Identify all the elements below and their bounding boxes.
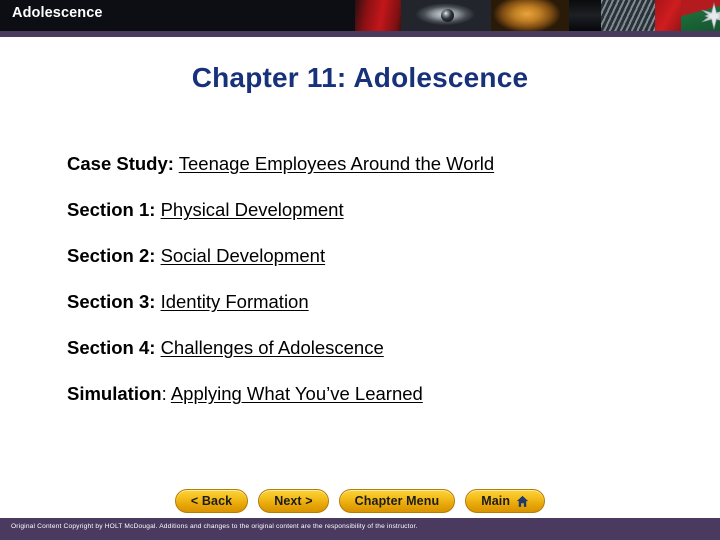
- header-title: Adolescence: [12, 5, 103, 21]
- row-label: Section 3: [67, 291, 150, 312]
- back-button[interactable]: < Back: [174, 489, 249, 513]
- header-purple-divider: [0, 31, 720, 37]
- chapter-menu-button-label: Chapter Menu: [354, 494, 440, 508]
- collage-red-panel-icon: [355, 0, 403, 31]
- section-4-link[interactable]: Challenges of Adolescence: [161, 337, 384, 358]
- list-item: Case Study: Teenage Employees Around the…: [67, 150, 677, 196]
- row-label: Simulation: [67, 383, 162, 404]
- copyright-text: Original Content Copyright by HOLT McDou…: [11, 523, 418, 530]
- row-label: Section 2: [67, 245, 150, 266]
- chapter-menu-button[interactable]: Chapter Menu: [338, 489, 456, 513]
- row-label: Section 4: [67, 337, 150, 358]
- row-label: Case Study: [67, 153, 168, 174]
- row-colon: :: [149, 291, 156, 312]
- row-colon: :: [167, 153, 174, 174]
- list-item: Section 4: Challenges of Adolescence: [67, 334, 677, 380]
- page-title: Chapter 11: Adolescence: [191, 62, 529, 93]
- header-collage-image: [355, 0, 720, 31]
- collage-chevron-pattern-icon: [601, 0, 657, 31]
- list-item: Section 1: Physical Development: [67, 196, 677, 242]
- next-button-label: Next >: [274, 494, 313, 508]
- list-item: Section 2: Social Development: [67, 242, 677, 288]
- page-header: Adolescence: [0, 0, 720, 31]
- chapter-contents-list: Case Study: Teenage Employees Around the…: [67, 150, 677, 426]
- main-button[interactable]: Main: [465, 489, 546, 513]
- collage-star-icon: [700, 2, 720, 30]
- row-colon: :: [149, 337, 156, 358]
- row-colon: :: [149, 245, 156, 266]
- navigation-bar: < Back Next > Chapter Menu Main: [0, 489, 720, 513]
- case-study-link[interactable]: Teenage Employees Around the World: [179, 153, 494, 174]
- next-button[interactable]: Next >: [258, 489, 329, 513]
- page-footer: Original Content Copyright by HOLT McDou…: [0, 518, 720, 540]
- collage-dark-panel-icon: [569, 0, 603, 31]
- collage-eye-icon: [401, 0, 493, 31]
- row-label: Section 1: [67, 199, 150, 220]
- row-colon: :: [161, 383, 167, 404]
- list-item: Simulation: Applying What You’ve Learned: [67, 380, 677, 426]
- back-button-label: < Back: [190, 494, 233, 508]
- section-3-link[interactable]: Identity Formation: [161, 291, 309, 312]
- section-2-link[interactable]: Social Development: [161, 245, 326, 266]
- section-1-link[interactable]: Physical Development: [161, 199, 344, 220]
- main-button-label: Main: [481, 494, 511, 508]
- simulation-link[interactable]: Applying What You’ve Learned: [171, 383, 423, 404]
- list-item: Section 3: Identity Formation: [67, 288, 677, 334]
- row-colon: :: [149, 199, 156, 220]
- home-icon: [516, 495, 529, 508]
- collage-gold-disc-icon: [491, 0, 571, 31]
